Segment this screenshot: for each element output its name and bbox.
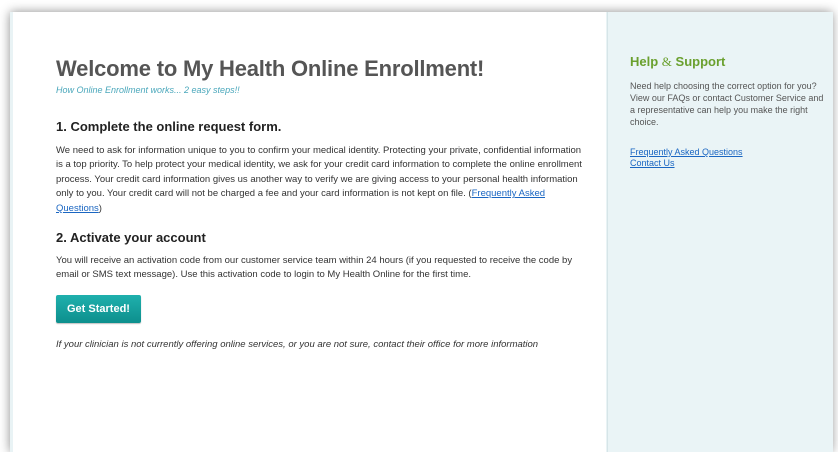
- main-content: Welcome to My Health Online Enrollment! …: [13, 12, 606, 452]
- sidebar-title: Help & Support: [630, 54, 828, 70]
- clinician-note: If your clinician is not currently offer…: [56, 338, 539, 350]
- page-subtitle: How Online Enrollment works... 2 easy st…: [56, 85, 240, 95]
- sidebar-inner: Help & Support Need help choosing the co…: [630, 54, 828, 169]
- button-row: Get Started!: [56, 294, 586, 323]
- sidebar-links: Frequently Asked Questions Contact Us: [630, 147, 828, 169]
- get-started-button[interactable]: Get Started!: [56, 294, 141, 323]
- step1-text-end: ): [98, 202, 102, 214]
- sidebar-title-help: Help: [630, 54, 659, 69]
- sidebar-help-text: Need help choosing the correct option fo…: [630, 81, 824, 127]
- step1-heading: 1. Complete the online request form.: [56, 119, 282, 134]
- page-title: Welcome to My Health Online Enrollment!: [56, 56, 485, 81]
- sidebar-title-support: Support: [675, 54, 726, 69]
- step2-body: You will receive an activation code from…: [56, 255, 573, 281]
- step1-body: We need to ask for information unique to…: [56, 144, 586, 216]
- sidebar-title-amp: &: [661, 54, 672, 69]
- contact-us-link[interactable]: Contact Us: [630, 158, 828, 169]
- step2-heading: 2. Activate your account: [56, 230, 206, 246]
- main-inner: Welcome to My Health Online Enrollment! …: [56, 56, 586, 351]
- faq-link[interactable]: Frequently Asked Questions: [630, 147, 828, 158]
- help-sidebar: Help & Support Need help choosing the co…: [607, 12, 833, 452]
